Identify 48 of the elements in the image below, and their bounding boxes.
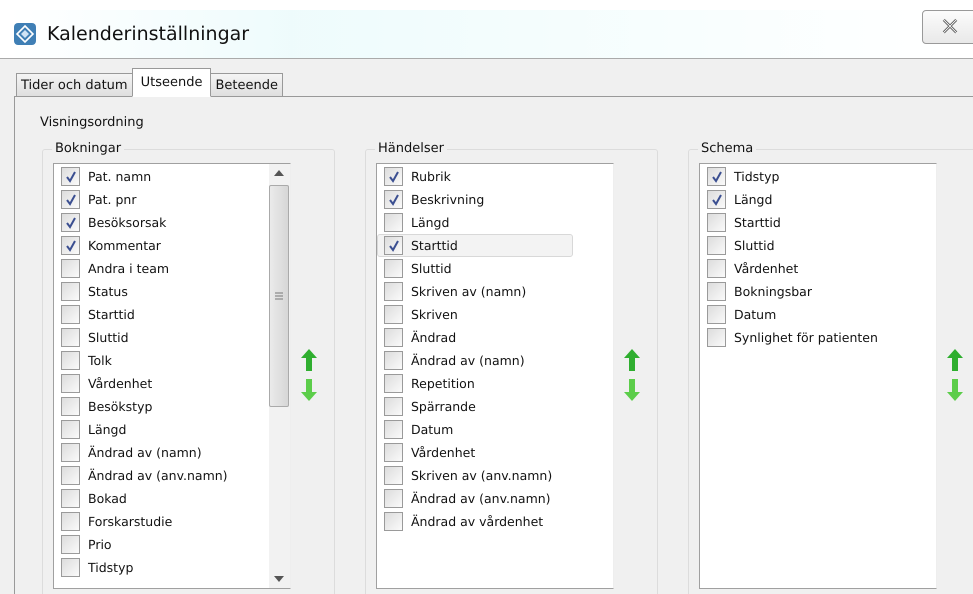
list-item[interactable]: Pat. pnr — [54, 188, 229, 211]
list-item[interactable]: Sluttid — [700, 234, 896, 257]
list-item[interactable]: Vårdenhet — [54, 372, 229, 395]
list-item[interactable]: Bokad — [54, 487, 229, 510]
list-item[interactable]: Tidstyp — [54, 556, 229, 579]
list-item[interactable]: Starttid — [377, 234, 573, 257]
list-item[interactable]: Ändrad — [377, 326, 573, 349]
window-title: Kalenderinställningar — [47, 23, 250, 45]
list-item[interactable]: Vårdenhet — [700, 257, 896, 280]
list-item[interactable]: Tidstyp — [700, 165, 896, 188]
section-label: Visningsordning — [40, 115, 145, 130]
list-item[interactable]: Synlighet för patienten — [700, 326, 896, 349]
list-item[interactable]: Pat. namn — [54, 165, 229, 188]
list-item[interactable]: Vårdenhet — [377, 441, 573, 464]
list-item[interactable]: Tolk — [54, 349, 229, 372]
tab[interactable]: Utseende — [132, 68, 212, 97]
list-item[interactable]: Bokningsbar — [700, 280, 896, 303]
list-item[interactable]: Datum — [700, 303, 896, 326]
list-item[interactable]: Ändrad av (anv.namn) — [54, 464, 229, 487]
list-item[interactable]: Datum — [377, 418, 573, 441]
list-item[interactable]: Status — [54, 280, 229, 303]
list-item[interactable]: Starttid — [700, 211, 896, 234]
list-item[interactable]: Sluttid — [377, 257, 573, 280]
list-item[interactable]: Prio — [54, 533, 229, 556]
list-item[interactable]: Skriven av (namn) — [377, 280, 573, 303]
list-item[interactable]: Rubrik — [377, 165, 573, 188]
list-item[interactable]: Ändrad av vårdenhet — [377, 510, 573, 533]
list-item[interactable]: Skriven — [377, 303, 573, 326]
list-item[interactable]: Ändrad av (namn) — [54, 441, 229, 464]
list-item[interactable]: Ändrad av (namn) — [377, 349, 573, 372]
list-item[interactable]: Kommentar — [54, 234, 229, 257]
list-item[interactable]: Andra i team — [54, 257, 229, 280]
list-item[interactable]: Starttid — [54, 303, 229, 326]
list-item[interactable]: Spärrande — [377, 395, 573, 418]
list-item[interactable]: Längd — [700, 188, 896, 211]
list-item[interactable]: Längd — [54, 418, 229, 441]
list-item[interactable]: Besökstyp — [54, 395, 229, 418]
list-item[interactable]: Skriven av (anv.namn) — [377, 464, 573, 487]
group-title: Bokningar — [52, 141, 124, 156]
list-item[interactable]: Beskrivning — [377, 188, 573, 211]
list-item[interactable]: Forskarstudie — [54, 510, 229, 533]
list-item[interactable]: Sluttid — [54, 326, 229, 349]
tab[interactable]: Beteende — [210, 73, 283, 97]
list-item[interactable]: Besöksorsak — [54, 211, 229, 234]
list-item[interactable]: Repetition — [377, 372, 573, 395]
tab[interactable]: Tider och datum — [16, 73, 133, 97]
list-item[interactable]: Längd — [377, 211, 573, 234]
list-item[interactable]: Ändrad av (anv.namn) — [377, 487, 573, 510]
